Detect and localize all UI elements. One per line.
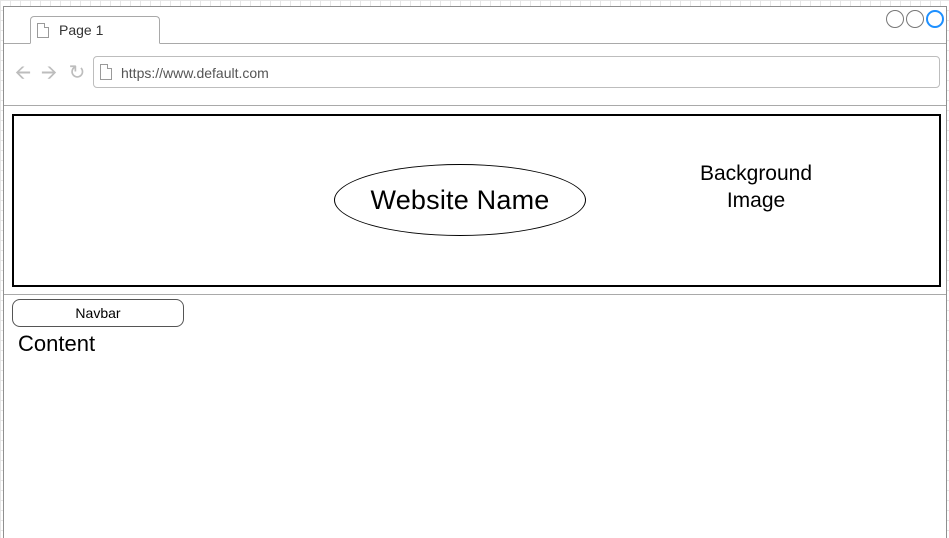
url-input[interactable]: https://www.default.com (93, 56, 940, 88)
url-text: https://www.default.com (121, 65, 269, 81)
browser-window: Page 1 🡨 🡪 ↻ https://www.default.com Web… (3, 6, 947, 538)
content-divider (4, 294, 946, 295)
back-button[interactable]: 🡨 (12, 63, 34, 83)
maximize-button[interactable] (906, 10, 924, 28)
window-controls (886, 10, 944, 32)
forward-button[interactable]: 🡪 (38, 63, 60, 83)
arrow-right-icon: 🡪 (40, 62, 58, 84)
tab-strip: Page 1 (4, 7, 946, 44)
navbar-button[interactable]: Navbar (12, 299, 184, 327)
header-background-image: Website Name Background Image (12, 114, 941, 287)
tab-page-1[interactable]: Page 1 (30, 16, 160, 44)
address-bar-row: 🡨 🡪 ↻ https://www.default.com (4, 43, 946, 106)
website-name: Website Name (334, 164, 586, 236)
page-icon (37, 23, 49, 38)
arrow-left-icon: 🡨 (14, 62, 32, 84)
content-label: Content (18, 331, 96, 356)
canvas: Page 1 🡨 🡪 ↻ https://www.default.com Web… (0, 0, 949, 538)
background-image-label: Background Image (699, 162, 813, 212)
minimize-button[interactable] (886, 10, 904, 28)
reload-icon: ↻ (68, 62, 86, 84)
tab-label: Page 1 (59, 22, 104, 38)
reload-button[interactable]: ↻ (66, 63, 88, 83)
close-button[interactable] (926, 10, 944, 28)
page-icon (100, 64, 112, 80)
